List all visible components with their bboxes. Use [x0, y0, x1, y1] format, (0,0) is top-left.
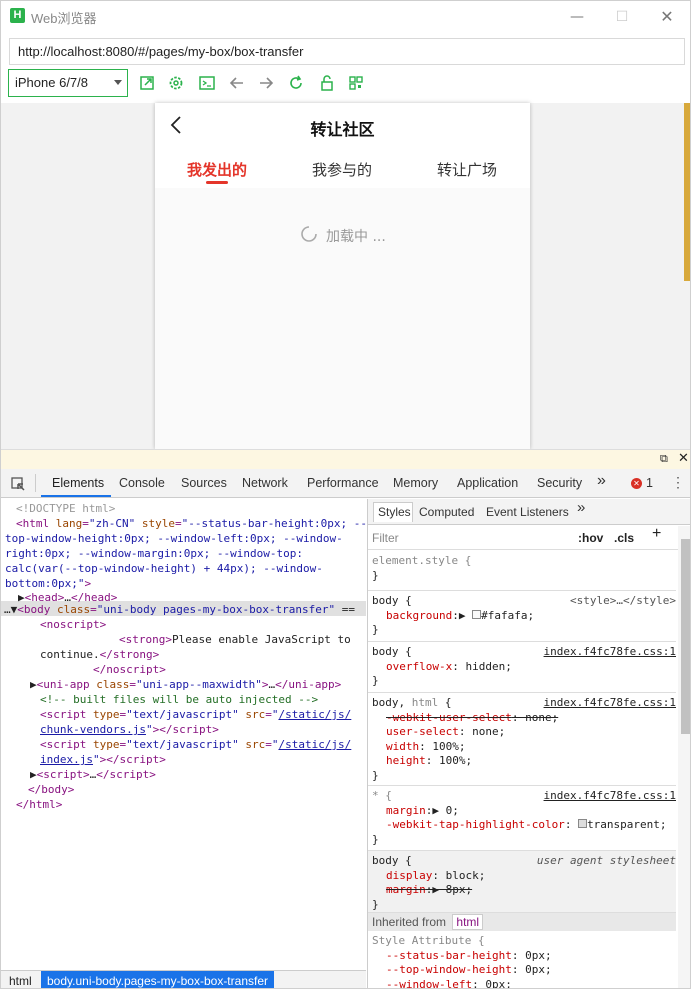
filter-row: Filter :hov .cls +: [368, 526, 678, 550]
rule-user-agent[interactable]: body {user agent stylesheet display: blo…: [368, 851, 676, 913]
undock-icon[interactable]: ⧉: [660, 452, 668, 466]
inspect-element-icon[interactable]: [10, 476, 26, 492]
script-collapsed-node[interactable]: ▶<script>…</script>: [30, 767, 156, 782]
script-vendors-node[interactable]: <script type="text/javascript" src="/sta…: [40, 707, 351, 722]
tab-my-joined[interactable]: 我参与的: [287, 159, 397, 180]
inherited-from-header: Inherited from html: [368, 913, 676, 931]
doctype-line: <!DOCTYPE html>: [16, 502, 116, 515]
url-input[interactable]: http://localhost:8080/#/pages/my-box/box…: [9, 38, 685, 65]
html-style-line: top-window-height:0px; --window-left:0px…: [5, 532, 343, 545]
add-rule-icon[interactable]: +: [652, 526, 661, 542]
script-index-src[interactable]: index.js"></script>: [40, 752, 166, 767]
elements-tree[interactable]: <!DOCTYPE html> <html lang="zh-CN" style…: [1, 499, 367, 969]
settings-gear-icon[interactable]: [167, 74, 185, 92]
inherited-tag[interactable]: html: [452, 914, 484, 930]
phone-screen: 转让社区 我发出的 我参与的 转让广场 加载中 ...: [155, 103, 530, 449]
tab-styles[interactable]: Styles: [378, 505, 411, 520]
devtools-tabbar: Elements Console Sources Network Perform…: [1, 469, 690, 498]
minimize-button[interactable]: —: [564, 7, 590, 27]
phone-header: 转让社区 我发出的 我参与的 转让广场: [155, 103, 530, 188]
lock-icon[interactable]: [318, 74, 336, 92]
strong-text-line: continue.</strong>: [40, 648, 160, 661]
window-title: Web浏览器: [31, 11, 97, 26]
device-select-value: iPhone 6/7/8: [15, 75, 89, 90]
body-close: </body>: [28, 783, 75, 796]
viewport-scrollbar[interactable]: [684, 103, 690, 281]
forward-arrow-icon[interactable]: [257, 74, 275, 92]
open-external-icon[interactable]: [138, 74, 156, 92]
uni-app-node[interactable]: ▶<uni-app class="uni-app--maxwidth">…</u…: [30, 677, 341, 692]
loading-spinner-icon: [301, 226, 317, 242]
active-tab-indicator: [206, 181, 228, 184]
back-arrow-icon[interactable]: [228, 74, 246, 92]
error-count[interactable]: 1: [646, 476, 653, 490]
comment-node: <!-- built files will be auto injected -…: [40, 693, 319, 706]
noscript-node[interactable]: <noscript>: [40, 617, 106, 632]
tab-sources[interactable]: Sources: [181, 476, 227, 490]
tab-console[interactable]: Console: [119, 476, 165, 490]
active-tab-indicator: [41, 495, 111, 497]
browser-window: H Web浏览器 — ☐ ✕ http://localhost:8080/#/p…: [0, 0, 691, 989]
breadcrumb-html[interactable]: html: [9, 974, 32, 988]
tab-transfer-square[interactable]: 转让广场: [412, 159, 522, 180]
tab-my-posted[interactable]: 我发出的: [162, 159, 272, 180]
styles-scroll-thumb[interactable]: [681, 539, 690, 734]
html-style-line: bottom:0px;">: [5, 577, 92, 590]
strong-node: <strong>Please enable JavaScript to: [119, 633, 351, 646]
hov-toggle[interactable]: :hov: [578, 531, 603, 546]
script-vendors-src[interactable]: chunk-vendors.js"></script>: [40, 722, 219, 737]
page-title: 转让社区: [310, 120, 375, 139]
breadcrumb-body[interactable]: body.uni-body.pages-my-box-box-transfer: [41, 971, 274, 988]
qrcode-icon[interactable]: [347, 74, 365, 92]
rule-body-html[interactable]: body, html {index.f4fc78fe.css:1 -webkit…: [368, 693, 676, 786]
cls-toggle[interactable]: .cls: [614, 531, 634, 546]
noscript-close: </noscript>: [93, 663, 166, 676]
tab-elements[interactable]: Elements: [52, 476, 104, 490]
more-tabs-icon[interactable]: »: [577, 500, 585, 516]
rule-universal[interactable]: * {index.f4fc78fe.css:1 margin:▶ 0; -web…: [368, 786, 676, 851]
error-icon[interactable]: ✕: [631, 478, 642, 489]
tab-performance[interactable]: Performance: [307, 476, 379, 490]
script-index-node[interactable]: <script type="text/javascript" src="/sta…: [40, 737, 351, 752]
html-close: </html>: [16, 798, 63, 811]
html-open-line[interactable]: <html lang="zh-CN" style="--status-bar-h…: [16, 516, 367, 531]
html-style-line: right:0px; --window-margin:0px; --window…: [5, 547, 304, 560]
more-tabs-icon[interactable]: »: [597, 472, 606, 490]
styles-tabbar: Styles Computed Event Listeners »: [368, 499, 690, 525]
tab-event-listeners[interactable]: Event Listeners: [486, 505, 569, 520]
tab-security[interactable]: Security: [537, 476, 582, 490]
styles-pane: Styles Computed Event Listeners » Filter…: [367, 499, 690, 988]
style-attribute-header: Style Attribute {: [372, 934, 485, 947]
rule-body-background[interactable]: body {<style>…</style> background:▶ #faf…: [368, 591, 676, 642]
loading-text: 加载中 ...: [326, 229, 386, 245]
rule-body-overflow[interactable]: body {index.f4fc78fe.css:1 overflow-x: h…: [368, 642, 676, 693]
devtools-top-strip: ⧉ ✕: [1, 449, 690, 469]
close-button[interactable]: ✕: [654, 7, 680, 27]
refresh-icon[interactable]: [287, 74, 305, 92]
tab-computed[interactable]: Computed: [419, 505, 474, 520]
device-select[interactable]: iPhone 6/7/8: [8, 69, 128, 97]
body-node[interactable]: …▼<body class="uni-body pages-my-box-box…: [4, 602, 355, 617]
terminal-icon[interactable]: [198, 74, 216, 92]
filter-input[interactable]: Filter: [372, 531, 399, 546]
kebab-menu-icon[interactable]: ⋮: [671, 474, 685, 491]
divider: [35, 474, 36, 492]
rule-style-attribute[interactable]: Style Attribute { --status-bar-height: 0…: [368, 931, 676, 988]
title-bar: H Web浏览器 — ☐ ✕: [1, 1, 690, 33]
close-devtools-icon[interactable]: ✕: [678, 451, 689, 466]
inherited-from-label: Inherited from: [372, 915, 447, 929]
devtools: ⧉ ✕ Elements Console Sources Network Per…: [1, 449, 690, 988]
tab-network[interactable]: Network: [242, 476, 288, 490]
tab-memory[interactable]: Memory: [393, 476, 438, 490]
dom-breadcrumb: html body.uni-body.pages-my-box-box-tran…: [1, 970, 366, 988]
rule-element-style[interactable]: element.style {}: [368, 551, 676, 591]
app-logo-icon: H: [10, 8, 25, 23]
chevron-down-icon: [114, 80, 122, 85]
tab-application[interactable]: Application: [457, 476, 518, 490]
maximize-button[interactable]: ☐: [609, 7, 635, 27]
html-style-line: calc(var(--top-window-height) + 44px); -…: [5, 562, 323, 575]
